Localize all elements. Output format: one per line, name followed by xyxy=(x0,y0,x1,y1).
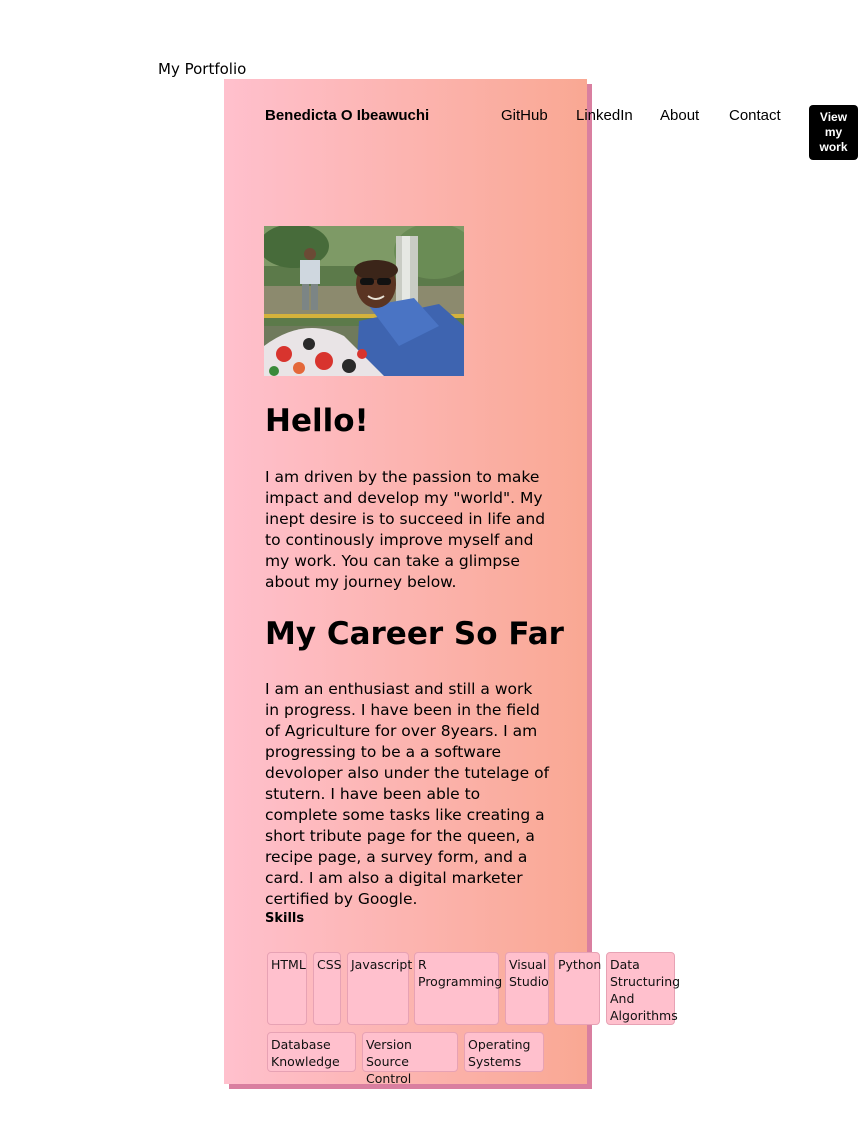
skill-chip-python: Python xyxy=(554,952,601,1025)
skill-chip-javascript: Javascript xyxy=(347,952,412,1025)
view-my-work-button[interactable]: View my work xyxy=(809,105,858,160)
hello-heading: Hello! xyxy=(265,403,369,439)
skill-chip-visual-studio: Visual Studio xyxy=(505,952,549,1025)
skill-chip-database-knowledge: Database Knowledge xyxy=(267,1032,356,1072)
intro-paragraph: I am driven by the passion to make impac… xyxy=(265,468,546,591)
skill-chip-css: CSS xyxy=(313,952,342,1025)
nav-link-github[interactable]: GitHub xyxy=(501,107,548,124)
career-heading: My Career So Far xyxy=(265,616,564,652)
skill-chip-data-structuring: Data Structuring And Algorithms xyxy=(606,952,680,1025)
profile-photo xyxy=(264,226,464,376)
brand-name: Benedicta O Ibeawuchi xyxy=(265,107,430,124)
skills-label: Skills xyxy=(265,911,305,926)
skill-chip-version-source-control: Version Source Control xyxy=(362,1032,458,1086)
nav-link-linkedin[interactable]: LinkedIn xyxy=(576,107,633,124)
skill-chip-html: HTML xyxy=(267,952,307,1025)
nav-link-contact[interactable]: Contact xyxy=(729,107,781,124)
career-paragraph: I am an enthusiast and still a work in p… xyxy=(265,680,550,908)
page-title: My Portfolio xyxy=(158,60,247,78)
skill-chip-r-programming: R Programming xyxy=(414,952,502,1025)
nav-link-about[interactable]: About xyxy=(660,107,699,124)
skill-chip-operating-systems: Operating Systems xyxy=(464,1032,544,1072)
